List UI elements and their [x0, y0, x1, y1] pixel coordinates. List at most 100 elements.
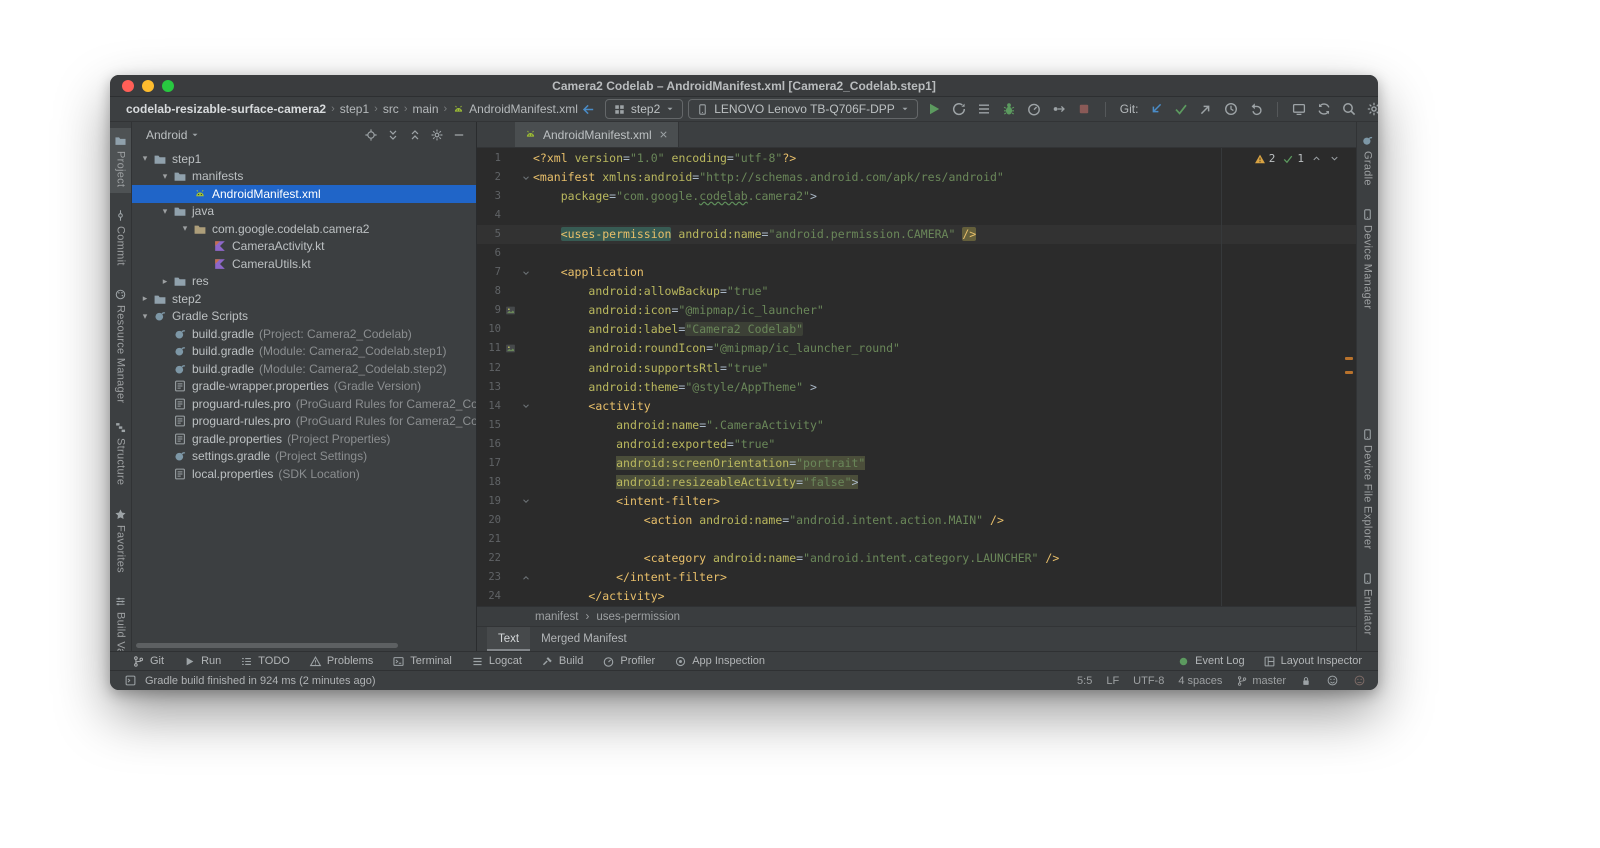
git-branch-widget[interactable]: master	[1236, 675, 1286, 687]
project-tree-item-com-google-codelab-camera2[interactable]: ▾ com.google.codelab.camera2	[132, 220, 476, 238]
tool-stripe-item-gradle[interactable]: Gradle	[1357, 128, 1378, 192]
drawable-preview-icon[interactable]	[501, 304, 519, 317]
tool-stripe-item-structure[interactable]: Structure	[110, 415, 131, 491]
project-tree-item-camerautils-kt[interactable]: CameraUtils.kt	[132, 255, 476, 273]
xml-breadcrumb-uses-permission[interactable]: uses-permission	[596, 611, 680, 623]
close-icon[interactable]	[658, 129, 669, 140]
update-icon[interactable]	[1145, 99, 1167, 119]
view-tab-merged-manifest[interactable]: Merged Manifest	[530, 627, 638, 651]
code-line[interactable]: 13 android:theme="@style/AppTheme" >	[477, 378, 1356, 397]
tool-stripe-item-commit[interactable]: Commit	[110, 203, 131, 272]
feedback-smiley-icon[interactable]	[1326, 674, 1339, 687]
code-line[interactable]: 10 android:label="Camera2 Codelab"	[477, 320, 1356, 339]
code-line[interactable]: 12 android:supportsRtl="true"	[477, 359, 1356, 378]
project-tree-item-gradle-properties[interactable]: gradle.properties (Project Properties)	[132, 430, 476, 448]
scrollbar-warning-mark[interactable]	[1345, 357, 1353, 360]
breadcrumb-item-main[interactable]: main	[412, 102, 438, 116]
tree-expand-arrow-icon[interactable]: ▾	[178, 223, 192, 234]
code-line[interactable]: 20 <action android:name="android.intent.…	[477, 511, 1356, 530]
tool-stripe-item-favorites[interactable]: Favorites	[110, 502, 131, 579]
line-separator[interactable]: LF	[1106, 675, 1119, 687]
tool-window-button-terminal[interactable]: Terminal	[392, 655, 452, 668]
tool-window-button-git[interactable]: Git	[132, 655, 164, 668]
breadcrumb-item-src[interactable]: src	[383, 102, 399, 116]
feedback-meh-icon[interactable]	[1353, 674, 1366, 687]
code-line[interactable]: 23 </intent-filter>	[477, 568, 1356, 587]
code-line[interactable]: 8 android:allowBackup="true"	[477, 282, 1356, 301]
file-encoding[interactable]: UTF-8	[1133, 675, 1164, 687]
apply-icon[interactable]	[948, 99, 970, 119]
code-line[interactable]: 16 android:exported="true"	[477, 435, 1356, 454]
panel-target-icon[interactable]	[364, 128, 378, 142]
project-tree-item-build-gradle[interactable]: build.gradle (Project: Camera2_Codelab)	[132, 325, 476, 343]
code-line[interactable]: 19 <intent-filter>	[477, 492, 1356, 511]
panel-settings-icon[interactable]	[430, 128, 444, 142]
code-line[interactable]: 5 <uses-permission android:name="android…	[477, 225, 1356, 245]
project-tree-item-manifests[interactable]: ▾ manifests	[132, 168, 476, 186]
tool-stripe-item-device-file-explorer[interactable]: Device File Explorer	[1357, 422, 1378, 555]
settings-icon[interactable]	[1363, 99, 1378, 119]
project-tree-item-proguard-rules-pro[interactable]: proguard-rules.pro (ProGuard Rules for Ca…	[132, 395, 476, 413]
code-line[interactable]: 1 <?xml version="1.0" encoding="utf-8"?>	[477, 149, 1356, 168]
devices-icon[interactable]	[1288, 99, 1310, 119]
minimize-window-button[interactable]	[142, 80, 154, 92]
history-icon[interactable]	[1220, 99, 1242, 119]
horizontal-scrollbar[interactable]	[136, 643, 398, 648]
tree-expand-arrow-icon[interactable]: ▾	[158, 206, 172, 217]
back-arrow-icon[interactable]	[578, 99, 600, 119]
tree-expand-arrow-icon[interactable]: ▸	[138, 293, 152, 304]
xml-breadcrumb-manifest[interactable]: manifest	[535, 611, 578, 623]
code-line[interactable]: 11 android:roundIcon="@mipmap/ic_launche…	[477, 339, 1356, 358]
arrow-ur-icon[interactable]	[1195, 99, 1217, 119]
list-icon[interactable]	[973, 99, 995, 119]
project-tree-item-androidmanifest-xml[interactable]: AndroidManifest.xml	[132, 185, 476, 203]
project-view-mode[interactable]: Android	[146, 128, 187, 142]
code-line[interactable]: 3 package="com.google.codelab.camera2">	[477, 187, 1356, 206]
fold-marker-icon[interactable]	[519, 496, 533, 506]
fold-marker-icon[interactable]	[519, 268, 533, 278]
project-tree-item-proguard-rules-pro[interactable]: proguard-rules.pro (ProGuard Rules for Ca…	[132, 413, 476, 431]
code-editor[interactable]: 1 <?xml version="1.0" encoding="utf-8"?> 2…	[477, 148, 1356, 606]
tool-window-button-profiler[interactable]: Profiler	[602, 655, 655, 668]
code-line[interactable]: 24 </activity>	[477, 587, 1356, 606]
next-issue-icon[interactable]	[1329, 153, 1340, 164]
lock-icon[interactable]	[1300, 675, 1312, 687]
project-tree-item-build-gradle[interactable]: build.gradle (Module: Camera2_Codelab.ste…	[132, 360, 476, 378]
console-icon[interactable]	[124, 674, 137, 687]
project-tree-item-gradle-scripts[interactable]: ▾ Gradle Scripts	[132, 308, 476, 326]
inspections-ok-indicator[interactable]: 1	[1282, 152, 1304, 165]
project-tree-item-java[interactable]: ▾ java	[132, 203, 476, 221]
editor-tab[interactable]: AndroidManifest.xml	[515, 122, 679, 147]
play-icon[interactable]	[923, 99, 945, 119]
warnings-indicator[interactable]: 2	[1254, 152, 1275, 165]
project-tree-item-local-properties[interactable]: local.properties (SDK Location)	[132, 465, 476, 483]
code-line[interactable]: 4	[477, 206, 1356, 225]
device-select[interactable]: LENOVO Lenovo TB-Q706F-DPP	[688, 99, 918, 119]
tree-expand-arrow-icon[interactable]: ▾	[138, 153, 152, 164]
code-line[interactable]: 17 android:screenOrientation="portrait"	[477, 454, 1356, 473]
indent-style[interactable]: 4 spaces	[1178, 675, 1222, 687]
zoom-window-button[interactable]	[162, 80, 174, 92]
fold-marker-icon[interactable]	[519, 401, 533, 411]
code-line[interactable]: 7 <application	[477, 263, 1356, 282]
tool-window-button-build[interactable]: Build	[541, 655, 583, 668]
attach-icon[interactable]	[1048, 99, 1070, 119]
fold-marker-icon[interactable]	[519, 173, 533, 183]
code-line[interactable]: 18 android:resizeableActivity="false">	[477, 473, 1356, 492]
code-line[interactable]: 22 <category android:name="android.inten…	[477, 549, 1356, 568]
prev-issue-icon[interactable]	[1311, 153, 1322, 164]
code-line[interactable]: 14 <activity	[477, 397, 1356, 416]
panel-expand-icon[interactable]	[386, 128, 400, 142]
tool-window-button-event-log[interactable]: Event Log	[1177, 655, 1245, 668]
tool-stripe-item-emulator[interactable]: Emulator	[1357, 566, 1378, 641]
code-line[interactable]: 15 android:name=".CameraActivity"	[477, 416, 1356, 435]
run-configuration-select[interactable]: step2	[604, 99, 684, 119]
code-line[interactable]: 9 android:icon="@mipmap/ic_launcher"	[477, 301, 1356, 320]
project-tree-item-gradle-wrapper-properties[interactable]: gradle-wrapper.properties (Gradle Version…	[132, 378, 476, 396]
search-icon[interactable]	[1338, 99, 1360, 119]
panel-minus-icon[interactable]	[452, 128, 466, 142]
code-line[interactable]: 21	[477, 530, 1356, 549]
titlebar[interactable]: Camera2 Codelab – AndroidManifest.xml [C…	[110, 75, 1378, 97]
stop-icon[interactable]	[1073, 99, 1095, 119]
tool-window-button-problems[interactable]: Problems	[309, 655, 373, 668]
